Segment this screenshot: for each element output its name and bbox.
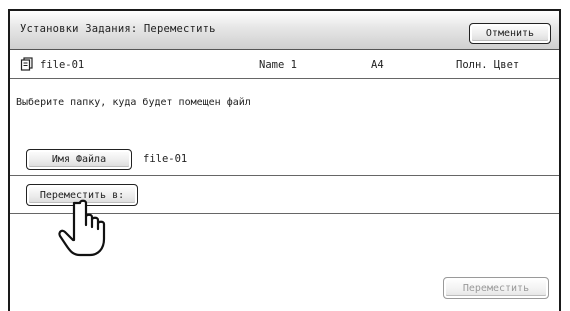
filename-button[interactable]: Имя Файла xyxy=(26,149,132,170)
move-button[interactable]: Переместить xyxy=(443,277,549,299)
page-title: Установки Задания: Переместить xyxy=(20,23,216,35)
file-info-row: file-01 Name 1 A4 Полн. Цвет xyxy=(10,50,559,79)
title-bar: Установки Задания: Переместить Отменить xyxy=(10,11,559,50)
file-name: file-01 xyxy=(40,59,85,71)
filename-row: Имя Файла file-01 xyxy=(10,141,559,176)
file-color-mode: Полн. Цвет xyxy=(456,59,520,71)
document-icon xyxy=(20,57,34,71)
job-settings-panel: Установки Задания: Переместить Отменить … xyxy=(8,9,561,311)
cancel-button[interactable]: Отменить xyxy=(469,23,551,44)
file-paper-size: A4 xyxy=(371,59,384,71)
filename-value: file-01 xyxy=(143,153,188,165)
hand-pointer-icon xyxy=(58,199,106,257)
instruction-text: Выберите папку, куда будет помещен файл xyxy=(16,97,251,108)
file-user: Name 1 xyxy=(259,59,297,71)
